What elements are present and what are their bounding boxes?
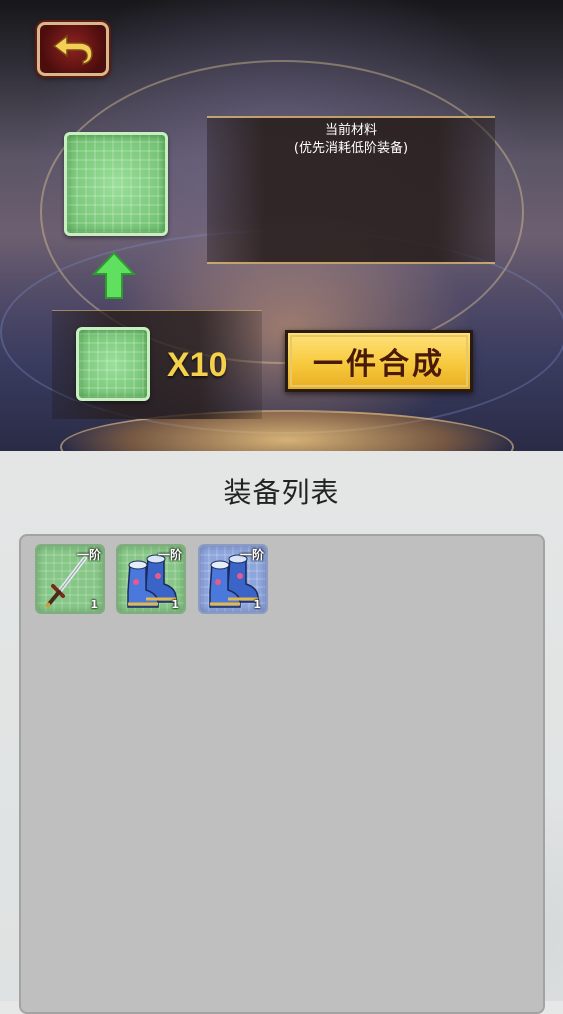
- synthesis-panel: 当前材料 (优先消耗低阶装备) X10 一件合成: [0, 0, 563, 451]
- item-tier: 一阶: [239, 548, 264, 562]
- equipment-list: 一阶 1 一阶 1 一阶 1: [19, 534, 545, 1014]
- current-material-panel: 当前材料 (优先消耗低阶装备): [207, 116, 495, 264]
- item-tier: 一阶: [76, 548, 101, 562]
- equipment-item[interactable]: 一阶 1: [198, 544, 268, 614]
- material-title: 当前材料: [324, 123, 377, 138]
- material-note: (优先消耗低阶装备): [293, 141, 409, 156]
- item-tier: 一阶: [157, 548, 182, 562]
- up-arrow-icon: [91, 251, 137, 299]
- equipment-section: 装备列表 一阶 1 一阶 1 一阶 1: [0, 451, 563, 1014]
- material-slot[interactable]: [76, 327, 150, 401]
- one-click-craft-button[interactable]: 一件合成: [285, 330, 473, 392]
- equipment-item[interactable]: 一阶 1: [35, 544, 105, 614]
- item-count: 1: [253, 598, 261, 611]
- target-equipment-slot[interactable]: [64, 132, 168, 236]
- back-button[interactable]: [37, 22, 109, 76]
- back-arrow-icon: [52, 34, 93, 65]
- equipment-item[interactable]: 一阶 1: [116, 544, 186, 614]
- item-count: 1: [90, 598, 98, 611]
- equipment-list-title: 装备列表: [223, 476, 340, 509]
- item-count: 1: [171, 598, 179, 611]
- multiplier-label: X10: [167, 346, 228, 384]
